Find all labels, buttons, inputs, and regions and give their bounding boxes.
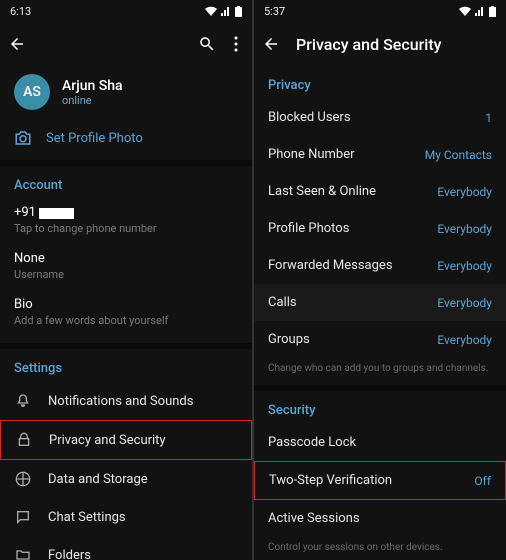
profile-photos-privacy[interactable]: Profile Photos Everybody — [254, 210, 506, 247]
security-header: Security — [254, 391, 506, 424]
phone-prefix: +91 — [14, 205, 36, 220]
privacy-header: Privacy — [254, 66, 506, 99]
item-value: Everybody — [437, 222, 492, 236]
item-label: Phone Number — [268, 147, 355, 162]
forwarded-messages[interactable]: Forwarded Messages Everybody — [254, 247, 506, 284]
item-value: Off — [474, 474, 491, 488]
signal-icon — [221, 6, 231, 16]
set-profile-photo[interactable]: Set Profile Photo — [0, 120, 252, 166]
status-icons — [459, 6, 496, 17]
search-icon[interactable] — [198, 35, 216, 53]
security-hint: Control your sessions on other devices. — [254, 537, 506, 560]
status-time: 5:37 — [264, 5, 285, 18]
item-value: Everybody — [437, 185, 492, 199]
settings-notifications[interactable]: Notifications and Sounds — [0, 382, 252, 420]
chat-icon — [14, 509, 32, 525]
item-value: Everybody — [437, 259, 492, 273]
profile-status: online — [62, 94, 123, 107]
item-value: Everybody — [437, 296, 492, 310]
settings-chat[interactable]: Chat Settings — [0, 498, 252, 536]
app-bar: Privacy and Security — [254, 22, 506, 66]
item-label: Last Seen & Online — [268, 184, 376, 199]
phone-hint: Tap to change phone number — [14, 222, 238, 235]
status-time: 6:13 — [10, 5, 31, 18]
back-icon[interactable] — [8, 35, 26, 53]
avatar: AS — [14, 74, 50, 110]
settings-item-label: Data and Storage — [48, 472, 148, 487]
battery-icon — [489, 6, 496, 17]
bio-item[interactable]: Bio Add a few words about yourself — [0, 291, 252, 337]
passcode-lock[interactable]: Passcode Lock — [254, 424, 506, 461]
app-bar — [0, 22, 252, 66]
lock-icon — [15, 432, 33, 448]
more-icon[interactable] — [234, 36, 238, 52]
signal-icon — [475, 6, 485, 16]
item-label: Profile Photos — [268, 221, 349, 236]
battery-icon — [235, 6, 242, 17]
blocked-users[interactable]: Blocked Users 1 — [254, 99, 506, 136]
settings-screen: 6:13 AS Arjun Sha — [0, 0, 252, 560]
wifi-icon — [459, 6, 471, 16]
back-icon[interactable] — [262, 35, 280, 53]
set-photo-label: Set Profile Photo — [46, 131, 143, 146]
status-bar: 5:37 — [254, 0, 506, 22]
item-label: Active Sessions — [268, 511, 360, 526]
settings-item-label: Chat Settings — [48, 510, 126, 525]
item-label: Blocked Users — [268, 110, 351, 125]
item-label: Groups — [268, 332, 310, 347]
username-label: Username — [14, 268, 238, 281]
profile-row[interactable]: AS Arjun Sha online — [0, 66, 252, 120]
profile-name: Arjun Sha — [62, 78, 123, 94]
bio-label: Add a few words about yourself — [14, 314, 238, 327]
phone-redacted: . — [39, 208, 74, 219]
status-bar: 6:13 — [0, 0, 252, 22]
item-label: Calls — [268, 295, 297, 310]
bell-icon — [14, 393, 32, 409]
settings-item-label: Notifications and Sounds — [48, 394, 193, 409]
username-value: None — [14, 251, 238, 266]
folder-icon — [14, 547, 32, 560]
settings-item-label: Privacy and Security — [49, 433, 166, 448]
groups-privacy[interactable]: Groups Everybody — [254, 321, 506, 358]
settings-item-label: Folders — [48, 548, 91, 560]
account-header: Account — [0, 166, 252, 199]
username-item[interactable]: None Username — [0, 245, 252, 291]
active-sessions[interactable]: Active Sessions — [254, 500, 506, 537]
camera-icon — [14, 130, 32, 146]
settings-folders[interactable]: Folders — [0, 536, 252, 560]
bio-value: Bio — [14, 297, 238, 312]
status-icons — [205, 6, 242, 17]
item-value: 1 — [485, 111, 492, 125]
page-title: Privacy and Security — [296, 35, 441, 54]
item-label: Forwarded Messages — [268, 258, 393, 273]
item-value: Everybody — [437, 333, 492, 347]
item-label: Passcode Lock — [268, 435, 356, 450]
data-icon — [14, 471, 32, 487]
item-label: Two-Step Verification — [269, 473, 392, 488]
calls-privacy[interactable]: Calls Everybody — [254, 284, 506, 321]
wifi-icon — [205, 6, 217, 16]
settings-header: Settings — [0, 349, 252, 382]
item-value: My Contacts — [425, 148, 492, 162]
two-step-verification[interactable]: Two-Step Verification Off — [254, 461, 506, 500]
settings-data[interactable]: Data and Storage — [0, 460, 252, 498]
last-seen[interactable]: Last Seen & Online Everybody — [254, 173, 506, 210]
phone-number-privacy[interactable]: Phone Number My Contacts — [254, 136, 506, 173]
settings-privacy[interactable]: Privacy and Security — [0, 420, 252, 460]
phone-number-item[interactable]: +91 . Tap to change phone number — [0, 199, 252, 245]
privacy-screen: 5:37 Privacy and Security Privacy Blocke… — [254, 0, 506, 560]
privacy-hint: Change who can add you to groups and cha… — [254, 358, 506, 385]
